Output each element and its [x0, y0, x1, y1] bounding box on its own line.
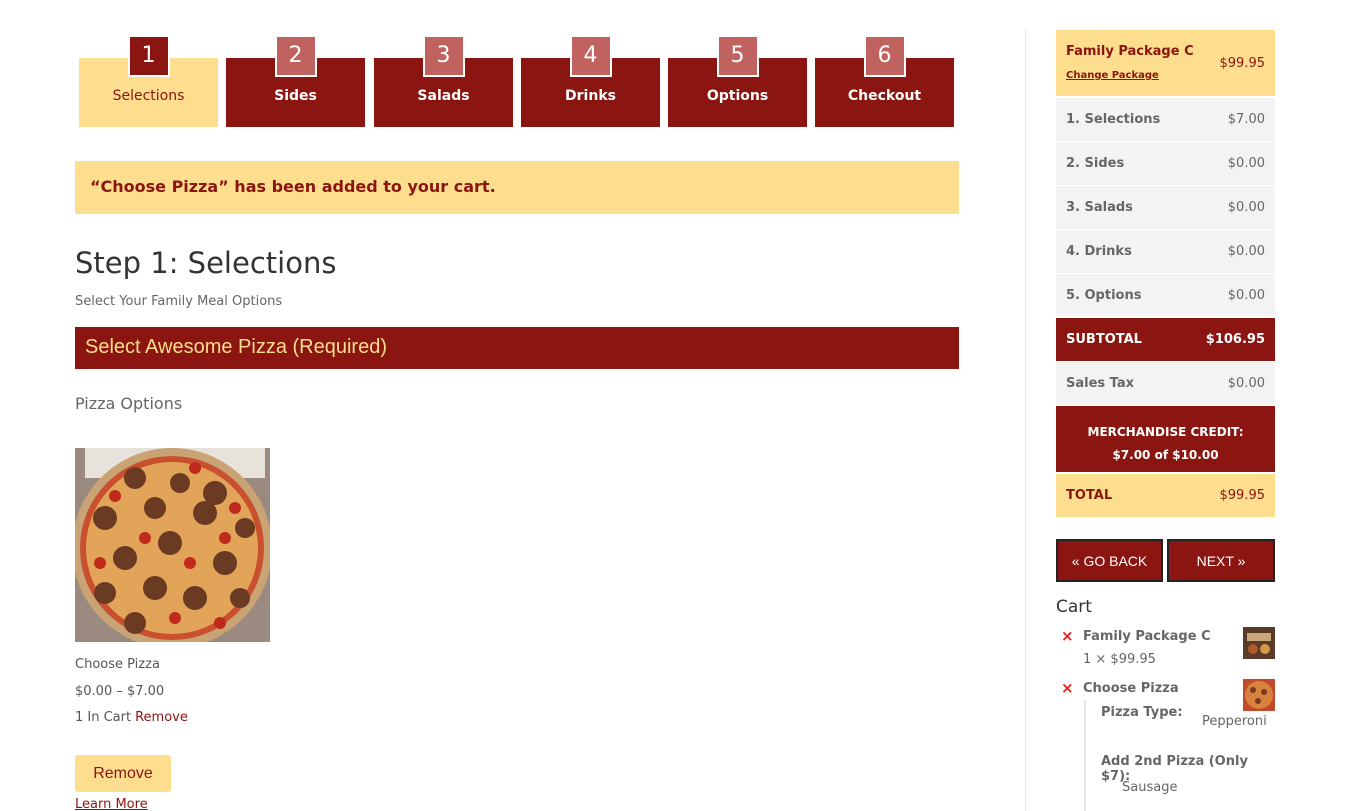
step-sides[interactable]: 2 Sides	[226, 35, 365, 127]
summary-row-salads: 3. Salads $0.00	[1056, 186, 1275, 230]
step-label: Salads	[417, 88, 470, 104]
product-price: $0.00 – $7.00	[75, 684, 165, 699]
pizza-image[interactable]	[75, 448, 270, 642]
step-checkout[interactable]: 6 Checkout	[815, 35, 954, 127]
cart-item-name[interactable]: Choose Pizza	[1083, 681, 1179, 696]
go-back-button[interactable]: « GO BACK	[1056, 539, 1163, 582]
page-subtitle: Select Your Family Meal Options	[75, 294, 283, 309]
cart-title: Cart	[1056, 597, 1092, 617]
step-options[interactable]: 5 Options	[668, 35, 807, 127]
change-package-link[interactable]: Change Package	[1066, 70, 1159, 81]
summary-value: $0.00	[1227, 244, 1265, 259]
step-drinks[interactable]: 4 Drinks	[521, 35, 660, 127]
step-label: Sides	[274, 88, 317, 104]
total-value: $99.95	[1219, 488, 1266, 503]
options-heading: Pizza Options	[75, 394, 183, 413]
credit-value: $7.00 of $10.00	[1112, 448, 1219, 462]
step-label: Selections	[112, 88, 185, 104]
summary-label: 3. Salads	[1066, 200, 1133, 215]
cart-item-name[interactable]: Family Package C	[1083, 629, 1211, 644]
cart-item: × Family Package C 1 × $99.95	[1056, 627, 1275, 671]
summary-total: TOTAL $99.95	[1056, 474, 1275, 518]
step-number: 5	[716, 35, 759, 77]
package-thumbnail[interactable]	[1243, 627, 1275, 659]
remove-item-icon[interactable]: ×	[1061, 679, 1074, 697]
summary-sales-tax: Sales Tax $0.00	[1056, 362, 1275, 406]
cart-item-qty: 1 × $99.95	[1083, 652, 1156, 667]
step-number: 4	[569, 35, 612, 77]
remove-button[interactable]: Remove	[75, 755, 171, 792]
total-label: TOTAL	[1066, 488, 1113, 503]
remove-link[interactable]: Remove	[135, 710, 188, 725]
summary-value: $0.00	[1227, 288, 1265, 303]
step-number: 1	[127, 35, 170, 77]
tax-value: $0.00	[1227, 376, 1265, 391]
product-name[interactable]: Choose Pizza	[75, 657, 160, 672]
in-cart-status: 1 In Cart Remove	[75, 710, 188, 725]
credit-label: MERCHANDISE CREDIT:	[1087, 425, 1244, 439]
summary-label: 5. Options	[1066, 288, 1142, 303]
section-heading: Select Awesome Pizza (Required)	[75, 327, 959, 369]
summary-label: 4. Drinks	[1066, 244, 1132, 259]
subtotal-label: SUBTOTAL	[1066, 332, 1142, 347]
summary-row-drinks: 4. Drinks $0.00	[1056, 230, 1275, 274]
summary-label: 1. Selections	[1066, 112, 1161, 127]
step-number: 2	[274, 35, 317, 77]
summary-value: $7.00	[1227, 112, 1265, 127]
step-progress: 1 Selections 2 Sides 3 Salads 4 Drinks 5…	[79, 35, 959, 128]
summary-row-options: 5. Options $0.00	[1056, 274, 1275, 318]
step-number: 3	[422, 35, 465, 77]
option-key: Pizza Type:	[1101, 705, 1183, 720]
package-name: Family Package C	[1066, 44, 1194, 59]
page-title: Step 1: Selections	[75, 246, 337, 280]
summary-subtotal: SUBTOTAL $106.95	[1056, 318, 1275, 362]
order-summary: Family Package C Change Package $99.95 1…	[1056, 30, 1275, 518]
remove-item-icon[interactable]: ×	[1061, 627, 1074, 645]
option-value: Pepperoni	[1202, 714, 1267, 729]
summary-row-selections: 1. Selections $7.00	[1056, 98, 1275, 142]
cart-item-options: Pizza Type: Pepperoni Add 2nd Pizza (Onl…	[1084, 700, 1274, 811]
next-button[interactable]: NEXT »	[1167, 539, 1275, 582]
package-price: $99.95	[1219, 56, 1266, 71]
subtotal-value: $106.95	[1205, 332, 1265, 347]
summary-value: $0.00	[1227, 200, 1265, 215]
pizza-illustration	[75, 448, 270, 642]
step-selections[interactable]: 1 Selections	[79, 35, 218, 127]
summary-label: 2. Sides	[1066, 156, 1125, 171]
step-label: Checkout	[847, 88, 922, 104]
learn-more-link[interactable]: Learn More	[75, 797, 148, 811]
step-number: 6	[863, 35, 906, 77]
option-value: Sausage	[1122, 780, 1178, 795]
summary-row-sides: 2. Sides $0.00	[1056, 142, 1275, 186]
summary-value: $0.00	[1227, 156, 1265, 171]
package-header: Family Package C Change Package $99.95	[1056, 30, 1275, 98]
sidebar-divider	[1025, 30, 1026, 811]
step-salads[interactable]: 3 Salads	[374, 35, 513, 127]
cart-notice: “Choose Pizza” has been added to your ca…	[75, 161, 959, 214]
tax-label: Sales Tax	[1066, 376, 1135, 391]
merchandise-credit: MERCHANDISE CREDIT: $7.00 of $10.00	[1056, 406, 1275, 474]
step-label: Drinks	[565, 88, 616, 104]
step-label: Options	[706, 88, 769, 104]
in-cart-count: 1 In Cart	[75, 710, 132, 725]
